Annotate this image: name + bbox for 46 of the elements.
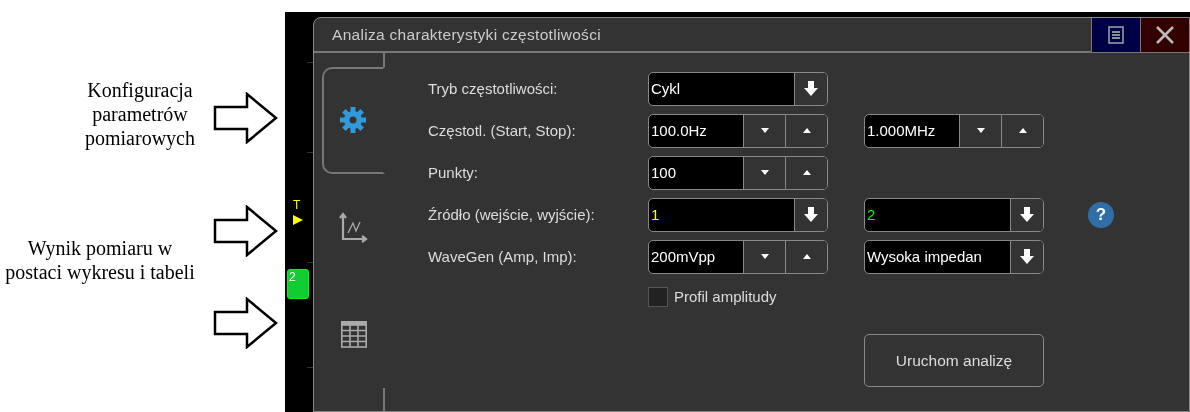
window-title: Analiza charakterystyki częstotliwości bbox=[331, 24, 602, 45]
tab[interactable] bbox=[322, 67, 385, 174]
menu-button[interactable] bbox=[1091, 17, 1140, 52]
dropdown[interactable]: 1 bbox=[648, 198, 828, 232]
line-chart-icon bbox=[338, 212, 369, 243]
field-label: Tryb częstotliwości: bbox=[428, 78, 559, 99]
field-label: WaveGen (Amp, Imp): bbox=[428, 246, 578, 267]
field-label: Źródło (wejście, wyjście): bbox=[428, 204, 596, 225]
close-icon bbox=[1155, 24, 1175, 45]
down-arrow-icon bbox=[802, 206, 820, 224]
channel-badge: 2 bbox=[287, 269, 309, 299]
table-icon bbox=[338, 319, 369, 350]
annotation-text: Wynik pomiaru w postaci wykresu i tabeli bbox=[4, 236, 196, 284]
down-arrow-icon bbox=[802, 80, 820, 98]
field-value: Wysoka impedan bbox=[867, 246, 982, 267]
down-arrow-icon bbox=[1018, 206, 1036, 224]
gear-icon bbox=[338, 105, 369, 136]
spin-field[interactable]: 100 bbox=[648, 156, 828, 190]
down-arrow-icon bbox=[1018, 248, 1036, 266]
field-value: 1.000MHz bbox=[867, 120, 936, 141]
run-analysis-button[interactable]: Uruchom analizę bbox=[864, 334, 1044, 387]
field-value: 200mVpp bbox=[651, 246, 716, 267]
menu-icon bbox=[1107, 25, 1125, 44]
field-label: Punkty: bbox=[428, 162, 480, 183]
field-value: Cykl bbox=[651, 78, 681, 99]
spin-field[interactable]: 100.0Hz bbox=[648, 114, 828, 148]
close-button[interactable] bbox=[1140, 17, 1189, 52]
arrow-icon bbox=[213, 297, 279, 349]
arrow-icon bbox=[213, 92, 279, 144]
field-value: 100 bbox=[651, 162, 677, 183]
checkbox[interactable] bbox=[648, 287, 668, 307]
spin-field[interactable]: 200mVpp bbox=[648, 240, 828, 274]
spin-field[interactable]: 1.000MHz bbox=[864, 114, 1044, 148]
dropdown[interactable]: Wysoka impedan bbox=[864, 240, 1044, 274]
field-value: 100.0Hz bbox=[651, 120, 707, 141]
trigger-label: T bbox=[293, 199, 301, 211]
help-button[interactable]: ? bbox=[1088, 202, 1114, 228]
annotation-text: Konfiguracja parametrów pomiarowych bbox=[84, 78, 196, 150]
field-value: 2 bbox=[867, 204, 876, 225]
field-label: Częstotl. (Start, Stop): bbox=[428, 120, 577, 141]
dropdown[interactable]: Cykl bbox=[648, 72, 828, 106]
field-value: 1 bbox=[651, 204, 660, 225]
dropdown[interactable]: 2 bbox=[864, 198, 1044, 232]
trigger-marker-icon bbox=[293, 215, 303, 225]
arrow-icon bbox=[213, 205, 279, 257]
checkbox-label: Profil amplitudy bbox=[674, 286, 777, 307]
